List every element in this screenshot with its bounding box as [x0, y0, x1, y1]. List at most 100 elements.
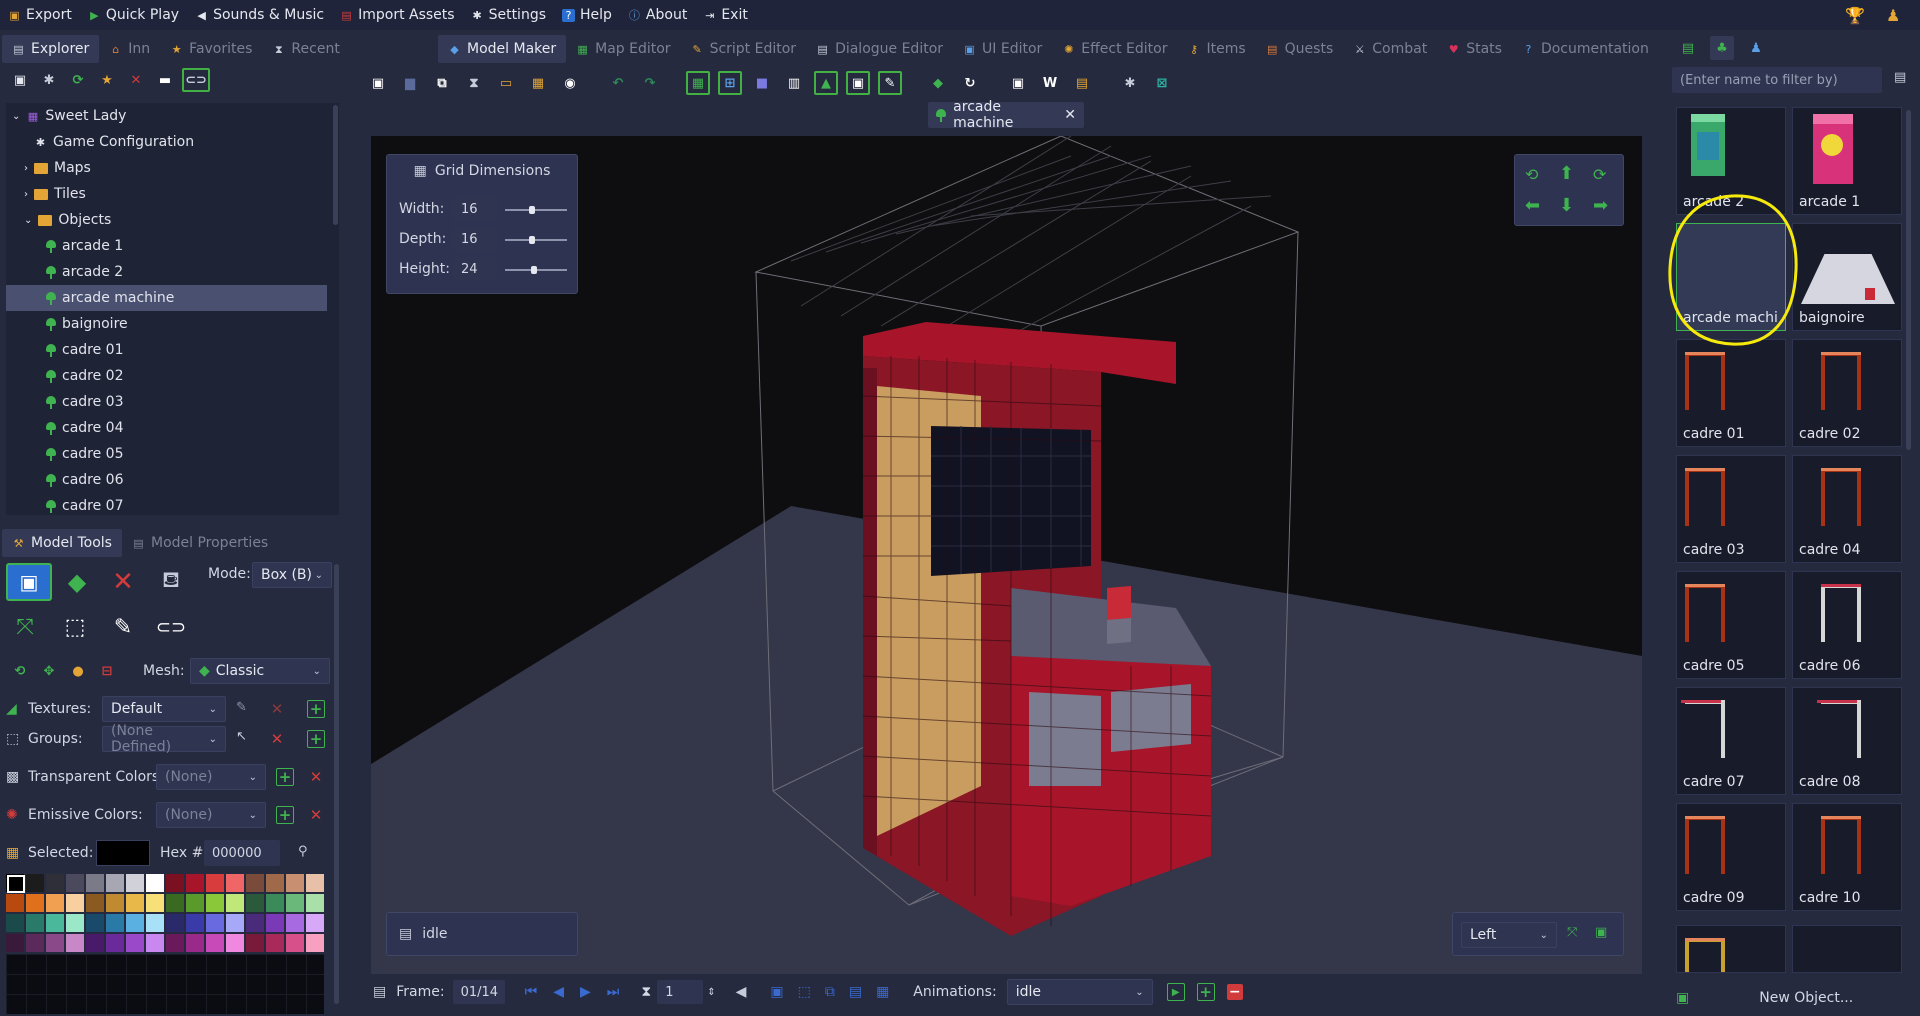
tab-map-editor[interactable]: ▦ Map Editor — [566, 35, 680, 63]
height-slider-knob[interactable] — [531, 266, 537, 274]
redo-icon[interactable]: ↷ — [638, 71, 662, 95]
play-animation-icon[interactable]: ▶ — [1166, 983, 1185, 1001]
copy-frame-icon[interactable]: ⧉ — [825, 984, 835, 1000]
mesh-select[interactable]: ◆ Classic ⌄ — [190, 658, 330, 684]
pointer-icon[interactable]: ↖ — [236, 729, 247, 744]
last-frame-icon[interactable]: ⏭ — [607, 984, 620, 1000]
arrow-right-icon[interactable]: ➡ — [1593, 195, 1608, 216]
palette-swatch[interactable] — [46, 874, 64, 892]
depth-input[interactable]: 16 — [453, 227, 497, 251]
delete-icon[interactable]: ✕ — [124, 68, 148, 92]
speed-input[interactable]: 1 — [657, 980, 704, 1004]
mode-select[interactable]: Box (B) ⌄ — [252, 562, 332, 588]
export-view-icon[interactable]: ▣ — [1595, 925, 1607, 940]
tab-quests[interactable]: ▤ Quests — [1256, 35, 1344, 63]
tab-model-properties[interactable]: ▤ Model Properties — [122, 529, 278, 557]
add-group-icon[interactable]: + — [307, 730, 325, 748]
new-file-icon[interactable]: ▣ — [8, 68, 32, 92]
palette-swatch[interactable] — [226, 914, 244, 932]
menu-help[interactable]: ? Help — [554, 0, 620, 30]
palette-swatch[interactable] — [226, 934, 244, 952]
thumbnail-next[interactable] — [1792, 925, 1902, 973]
thumbnail-cadre-02[interactable]: cadre 02 — [1792, 339, 1902, 447]
animation-select[interactable]: idle ⌄ — [1006, 979, 1153, 1005]
palette-swatch[interactable] — [46, 934, 64, 952]
trophy-icon[interactable]: 🏆 — [1845, 6, 1865, 25]
palette-swatch[interactable] — [66, 914, 84, 932]
fill-bucket-icon[interactable]: ⛾ — [152, 563, 190, 601]
clear-emissive-icon[interactable]: ✕ — [307, 806, 325, 824]
clear-transparent-icon[interactable]: ✕ — [307, 768, 325, 786]
palette-swatch[interactable] — [266, 894, 284, 912]
thumbnail-cadre-07[interactable]: cadre 07 — [1676, 687, 1786, 795]
palette-swatch[interactable] — [106, 934, 124, 952]
add-emissive-icon[interactable]: + — [276, 806, 294, 824]
tree-item[interactable]: cadre 07 — [6, 493, 339, 515]
menu-export[interactable]: ▣ Export — [0, 0, 80, 30]
filter-options-icon[interactable]: ▤ — [1894, 70, 1906, 85]
palette-swatch[interactable] — [226, 874, 244, 892]
arrow-up-icon[interactable]: ⬆ — [1559, 163, 1574, 184]
menu-exit[interactable]: ⇥ Exit — [695, 0, 756, 30]
menu-settings[interactable]: ✱ Settings — [463, 0, 554, 30]
palette-swatch[interactable] — [166, 914, 184, 932]
expand-tool-icon[interactable]: ⤧ — [6, 608, 44, 646]
palette-swatch[interactable] — [186, 914, 204, 932]
tree-item[interactable]: baignoire — [6, 311, 339, 337]
palette-swatch[interactable] — [246, 914, 264, 932]
collapse-icon[interactable]: ▬ — [153, 68, 177, 92]
first-frame-icon[interactable]: ⏮ — [525, 984, 538, 1000]
prev-frame-icon[interactable]: ◀ — [553, 984, 564, 1000]
rotate-right-icon[interactable]: ⟳ — [1593, 165, 1606, 184]
tab-recent[interactable]: ⧗ Recent — [262, 35, 349, 63]
arrow-down-icon[interactable]: ⬇ — [1559, 195, 1574, 216]
select-frame-icon[interactable]: ⬚ — [798, 984, 811, 1000]
palette-swatch[interactable] — [266, 914, 284, 932]
tree-item[interactable]: cadre 06 — [6, 467, 339, 493]
refresh-icon[interactable]: ⟳ — [66, 68, 90, 92]
frame-settings-icon[interactable]: ▤ — [849, 984, 862, 1000]
palette-swatch[interactable] — [46, 914, 64, 932]
select-tool-icon[interactable]: ⬚ — [56, 608, 94, 646]
tab-combat[interactable]: ⚔ Combat — [1343, 35, 1437, 63]
palette-swatch[interactable] — [146, 914, 164, 932]
new-object-button[interactable]: ▣ New Object... — [1676, 986, 1902, 1010]
palette-swatch[interactable] — [86, 934, 104, 952]
palette-swatch[interactable] — [106, 914, 124, 932]
color-picker-icon[interactable]: ⚲ — [298, 844, 308, 859]
tab-script-editor[interactable]: ✎ Script Editor — [681, 35, 807, 63]
thumbnails-scrollbar[interactable] — [1906, 110, 1911, 450]
tree-item[interactable]: arcade 2 — [6, 259, 339, 285]
palette-swatch[interactable] — [206, 914, 224, 932]
add-texture-icon[interactable]: + — [307, 700, 325, 718]
fullscreen-icon[interactable]: ⊠ — [1150, 71, 1174, 95]
thumbnail-cadre-06[interactable]: cadre 06 — [1792, 571, 1902, 679]
save-icon[interactable]: ▆ — [398, 71, 422, 95]
fit-view-icon[interactable]: ⤧ — [1567, 925, 1577, 940]
thumbnail-cadre-08[interactable]: cadre 08 — [1792, 687, 1902, 795]
add-transparent-icon[interactable]: + — [276, 768, 294, 786]
filter-input[interactable]: (Enter name to filter by) — [1672, 67, 1882, 93]
palette-swatch[interactable] — [286, 934, 304, 952]
objects-tab-icon[interactable]: ♣ — [1710, 36, 1734, 60]
tree-item[interactable]: cadre 05 — [6, 441, 339, 467]
brush-icon[interactable]: ✎ — [878, 71, 902, 95]
emissive-colors-select[interactable]: (None) ⌄ — [156, 802, 266, 828]
palette-swatch[interactable] — [246, 874, 264, 892]
palette-swatch[interactable] — [146, 874, 164, 892]
thumbnail-cadre-03[interactable]: cadre 03 — [1676, 455, 1786, 563]
new-model-icon[interactable]: ▣ — [366, 71, 390, 95]
tree-scrollbar[interactable] — [333, 105, 338, 225]
eyedropper-icon[interactable]: ✎ — [104, 608, 142, 646]
edit-textures-icon[interactable]: ✎ — [236, 700, 247, 715]
move-icon[interactable]: ✥ — [37, 659, 61, 683]
thumbnail-cadre-01[interactable]: cadre 01 — [1676, 339, 1786, 447]
add-animation-icon[interactable]: + — [1196, 983, 1215, 1001]
clear-groups-icon[interactable]: ✕ — [268, 730, 286, 748]
palette-swatch[interactable] — [166, 874, 184, 892]
thumbnail-cadre-09[interactable]: cadre 09 — [1676, 803, 1786, 911]
depth-slider[interactable] — [505, 236, 567, 244]
palette-swatch[interactable] — [286, 874, 304, 892]
tree-item[interactable]: cadre 03 — [6, 389, 339, 415]
palette-swatch[interactable] — [186, 934, 204, 952]
